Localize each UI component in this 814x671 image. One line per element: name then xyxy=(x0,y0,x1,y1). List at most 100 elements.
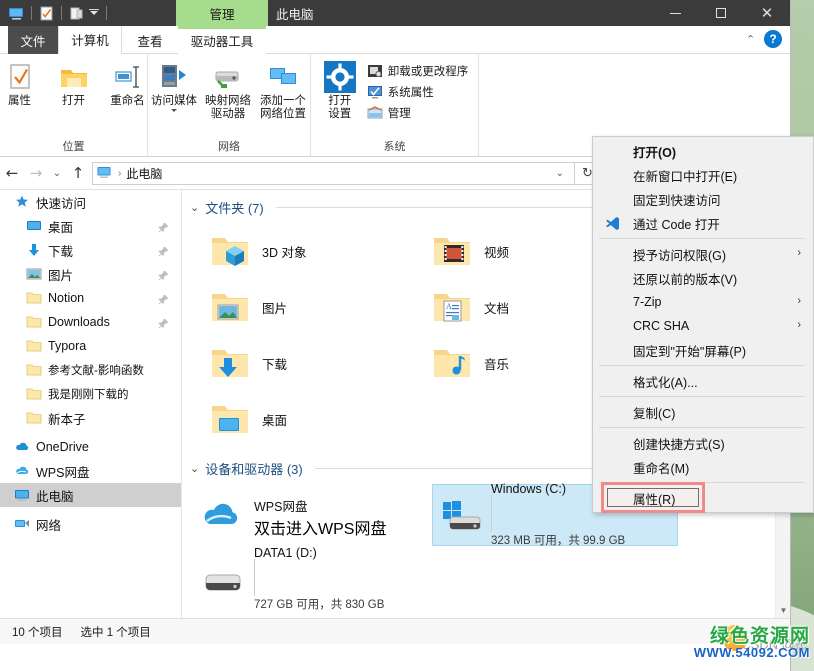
menu-separator xyxy=(599,238,805,239)
tab-computer-label: 计算机 xyxy=(71,30,109,49)
menu-item-pin-to-start[interactable]: 固定到"开始"屏幕(P) xyxy=(593,338,813,362)
sidebar-item-references[interactable]: 参考文献-影响函数 xyxy=(0,358,181,382)
menu-item-create-shortcut[interactable]: 创建快捷方式(S) xyxy=(593,431,813,455)
list-item[interactable]: 桌面 xyxy=(204,391,426,447)
this-pc-icon[interactable] xyxy=(8,5,25,22)
ribbon-manage-button[interactable]: 管理 xyxy=(363,104,473,122)
menu-item-open-with-code[interactable]: 通过 Code 打开 xyxy=(593,211,813,235)
sidebar-label: 图片 xyxy=(48,265,73,284)
menu-item-label: 固定到"开始"屏幕(P) xyxy=(633,341,746,360)
tab-view[interactable]: 查看 xyxy=(122,26,178,54)
collapse-ribbon-icon[interactable]: ⌃ xyxy=(746,33,758,45)
ribbon-rename-label: 重命名 xyxy=(110,95,145,108)
pin-icon[interactable] xyxy=(158,244,169,255)
new-folder-icon[interactable] xyxy=(68,5,85,22)
sidebar-item-network[interactable]: 网络 xyxy=(0,512,181,536)
pin-icon[interactable] xyxy=(158,316,169,327)
menu-item-label: 属性(R) xyxy=(633,489,675,508)
sidebar-item-pictures[interactable]: 图片 xyxy=(0,262,181,286)
navigation-pane[interactable]: 快速访问 桌面 下载 xyxy=(0,190,182,618)
sidebar-item-quick-access[interactable]: 快速访问 xyxy=(0,190,181,214)
tab-file[interactable]: 文件 xyxy=(8,26,58,54)
menu-item-label: 创建快捷方式(S) xyxy=(633,434,725,453)
ribbon-system-properties-button[interactable]: 系统属性 xyxy=(363,83,473,101)
ribbon-add-network-location-button[interactable]: 添加一个 网络位置 xyxy=(256,59,311,123)
menu-item-properties[interactable]: 属性(R) xyxy=(593,486,813,510)
list-item[interactable]: 图片 xyxy=(204,279,426,335)
sidebar-item-this-pc[interactable]: 此电脑 xyxy=(0,483,181,507)
item-label: 文档 xyxy=(484,298,509,317)
sidebar-item-desktop[interactable]: 桌面 xyxy=(0,214,181,238)
menu-item-label: 复制(C) xyxy=(633,403,675,422)
forward-button[interactable]: → xyxy=(24,160,48,186)
address-dropdown-icon[interactable]: ⌄ xyxy=(550,168,570,179)
pin-icon[interactable] xyxy=(158,268,169,279)
contextual-tab-manage[interactable]: 管理 xyxy=(176,0,268,26)
list-item[interactable]: DATA1 (D:) 727 GB 可用，共 830 GB xyxy=(196,548,442,610)
list-item[interactable]: WPS网盘 双击进入WPS网盘 xyxy=(196,486,440,548)
ribbon-map-network-drive-button[interactable]: 映射网络 驱动器 xyxy=(201,59,256,123)
menu-separator xyxy=(599,396,805,397)
menu-item-pin-to-quick-access[interactable]: 固定到快速访问 xyxy=(593,187,813,211)
tab-computer[interactable]: 计算机 xyxy=(58,26,122,54)
ribbon-access-media-button[interactable]: 访问媒体 xyxy=(148,59,201,114)
ribbon-map-network-drive-label: 映射网络 驱动器 xyxy=(205,95,251,121)
chevron-down-icon[interactable]: ⌄ xyxy=(190,201,199,214)
help-button[interactable]: ? xyxy=(764,30,782,48)
menu-item-copy[interactable]: 复制(C) xyxy=(593,400,813,424)
ribbon-uninstall-program-button[interactable]: 卸载或更改程序 xyxy=(363,62,473,80)
close-button[interactable]: ✕ xyxy=(744,0,790,26)
chevron-down-icon[interactable] xyxy=(171,109,177,112)
item-label: 图片 xyxy=(262,298,287,317)
tab-drive-tools[interactable]: 驱动器工具 xyxy=(178,26,266,54)
forward-icon: → xyxy=(30,164,43,182)
menu-item-crc-sha[interactable]: CRC SHA › xyxy=(593,314,813,338)
ribbon-properties-button[interactable]: 属性 xyxy=(0,59,47,110)
sidebar-item-downloads-folder[interactable]: Downloads xyxy=(0,310,181,334)
menu-item-open[interactable]: 打开(O) xyxy=(593,139,813,163)
sidebar-item-new-notebook[interactable]: 新本子 xyxy=(0,406,181,430)
pin-icon[interactable] xyxy=(158,220,169,231)
sidebar-item-wps-cloud[interactable]: WPS网盘 xyxy=(0,459,181,483)
menu-item-restore-previous-versions[interactable]: 还原以前的版本(V) xyxy=(593,266,813,290)
context-menu[interactable]: 打开(O) 在新窗口中打开(E) 固定到快速访问 通过 Code 打开 授予访问… xyxy=(592,136,814,513)
vscode-icon xyxy=(605,216,620,231)
sidebar-item-typora[interactable]: Typora xyxy=(0,334,181,358)
menu-item-rename[interactable]: 重命名(M) xyxy=(593,455,813,479)
breadcrumb[interactable]: 此电脑 xyxy=(126,165,162,182)
properties-icon[interactable] xyxy=(38,5,55,22)
ribbon-open-button[interactable]: 打开 xyxy=(47,59,101,110)
pin-icon[interactable] xyxy=(158,292,169,303)
item-label: 视频 xyxy=(484,242,509,261)
chevron-down-icon[interactable]: ⌄ xyxy=(190,462,199,475)
maximize-button[interactable] xyxy=(698,0,744,26)
menu-item-grant-access[interactable]: 授予访问权限(G) › xyxy=(593,242,813,266)
ribbon-open-settings-button[interactable]: 打开 设置 xyxy=(317,59,363,123)
sidebar-item-downloads[interactable]: 下载 xyxy=(0,238,181,262)
back-button[interactable]: ← xyxy=(0,160,24,186)
address-input[interactable]: › 此电脑 ⌄ xyxy=(92,162,575,185)
minimize-button[interactable] xyxy=(652,0,698,26)
menu-item-format[interactable]: 格式化(A)... xyxy=(593,369,813,393)
sidebar-item-onedrive[interactable]: OneDrive xyxy=(0,435,181,459)
qat-dropdown-icon[interactable] xyxy=(88,5,100,22)
group-title-devices: 设备和驱动器 (3) xyxy=(205,459,303,478)
menu-item-label: 通过 Code 打开 xyxy=(633,214,720,233)
sidebar-item-notion[interactable]: Notion xyxy=(0,286,181,310)
folder-icon xyxy=(26,410,42,426)
desktop-icon xyxy=(26,218,42,234)
scroll-down-icon[interactable]: ▼ xyxy=(776,603,790,618)
up-button[interactable]: ↑ xyxy=(66,160,90,186)
sidebar-item-just-downloaded[interactable]: 我是刚刚下载的 xyxy=(0,382,181,406)
capacity-bar xyxy=(254,559,255,596)
folder-icon xyxy=(26,338,42,354)
list-item[interactable]: 3D 对象 xyxy=(204,223,426,279)
pictures-icon xyxy=(26,266,42,282)
recent-locations-button[interactable]: ⌄ xyxy=(48,160,66,186)
ribbon-rename-button[interactable]: 重命名 xyxy=(101,59,155,110)
menu-item-open-new-window[interactable]: 在新窗口中打开(E) xyxy=(593,163,813,187)
menu-item-7zip[interactable]: 7-Zip › xyxy=(593,290,813,314)
sidebar-label: 网络 xyxy=(36,515,61,534)
map-network-drive-icon xyxy=(212,61,244,93)
list-item[interactable]: 下载 xyxy=(204,335,426,391)
